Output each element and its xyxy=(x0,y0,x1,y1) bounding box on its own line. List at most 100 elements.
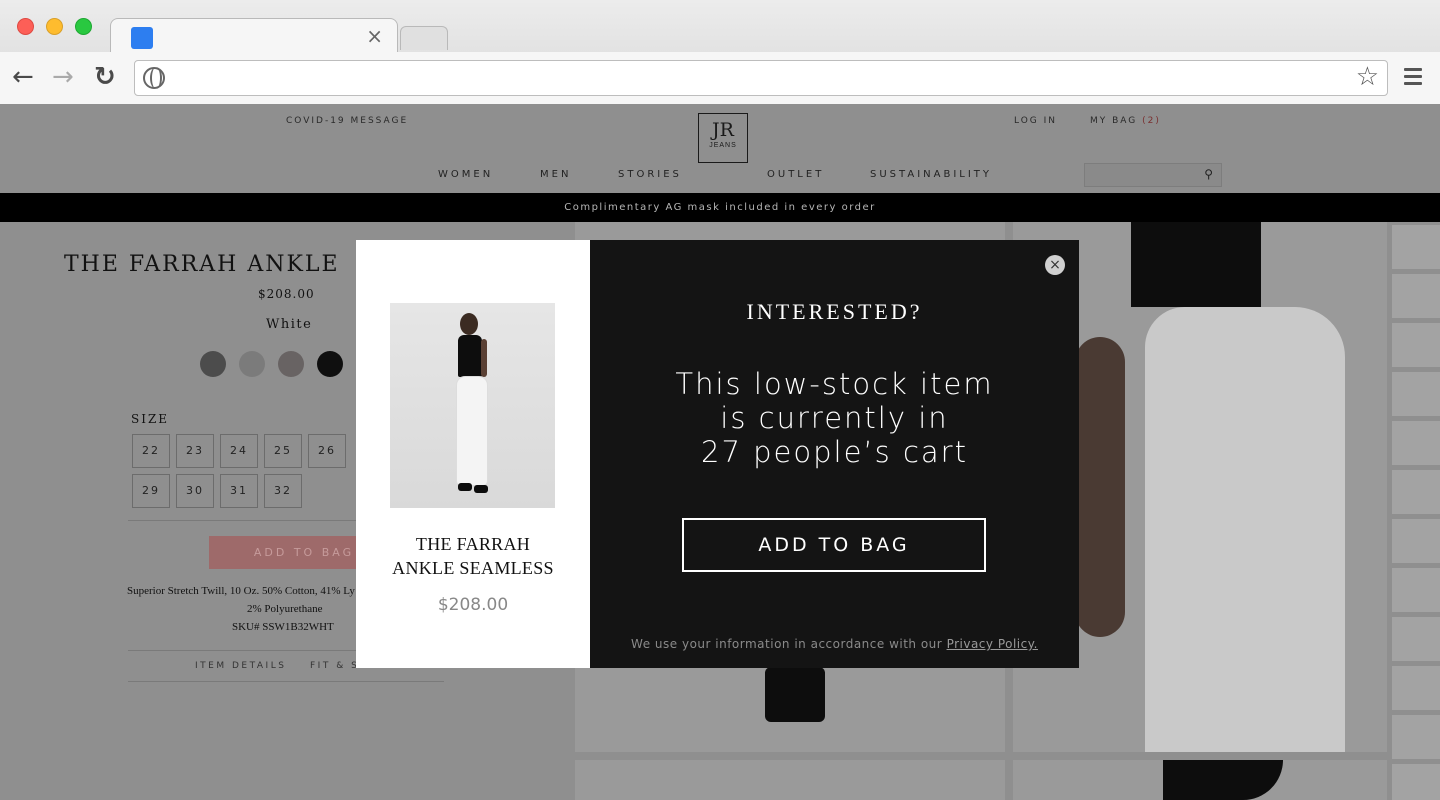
thumbnail[interactable] xyxy=(1392,715,1440,759)
product-color-name: White xyxy=(266,317,313,332)
browser-tab[interactable]: × xyxy=(110,18,398,52)
material-description: Superior Stretch Twill, 10 Oz. 50% Cotto… xyxy=(127,585,355,597)
close-icon[interactable]: × xyxy=(1045,255,1065,275)
product-image-4[interactable] xyxy=(1013,760,1387,800)
bookmark-star-icon[interactable]: ☆ xyxy=(1356,62,1379,92)
tab-close-icon[interactable]: × xyxy=(366,24,383,48)
privacy-notice: We use your information in accordance wi… xyxy=(590,637,1079,651)
message-line-3: 27 people’s cart xyxy=(701,435,968,469)
dark-shape xyxy=(1163,760,1283,800)
nav-women[interactable]: WOMEN xyxy=(438,169,493,180)
nav-stories[interactable]: STORIES xyxy=(618,169,682,180)
thumbnail[interactable] xyxy=(1392,421,1440,465)
top-shape xyxy=(458,335,482,377)
hamburger-menu-icon[interactable] xyxy=(1404,68,1422,89)
size-option[interactable]: 25 xyxy=(264,434,302,468)
globe-icon xyxy=(143,67,165,89)
product-image-3[interactable] xyxy=(575,760,1005,800)
modal-add-to-bag-button[interactable]: ADD TO BAG xyxy=(682,518,986,572)
tab-item-details[interactable]: ITEM DETAILS xyxy=(195,661,286,671)
forward-arrow-icon[interactable]: → xyxy=(52,62,74,92)
size-option[interactable]: 26 xyxy=(308,434,346,468)
size-option[interactable]: 31 xyxy=(220,474,258,508)
logo-sub-text: JEANS xyxy=(709,142,737,149)
jeans-shape xyxy=(457,377,487,485)
shoe-shape xyxy=(474,485,488,493)
thumbnail[interactable] xyxy=(1392,274,1440,318)
size-option[interactable]: 29 xyxy=(132,474,170,508)
arm-shape xyxy=(1075,337,1125,637)
size-option[interactable]: 23 xyxy=(176,434,214,468)
add-to-bag-label: ADD TO BAG xyxy=(253,546,355,559)
covid-message-link[interactable]: COVID-19 MESSAGE xyxy=(286,116,408,126)
size-option[interactable]: 32 xyxy=(264,474,302,508)
thumbnail[interactable] xyxy=(1392,323,1440,367)
arm-shape xyxy=(481,339,487,377)
product-price: $208.00 xyxy=(258,287,315,301)
shoe-shape xyxy=(458,483,472,491)
site-search-input[interactable]: ⚲ xyxy=(1084,163,1222,187)
color-swatch[interactable] xyxy=(317,351,343,377)
search-icon[interactable]: ⚲ xyxy=(1204,167,1213,181)
thumbnail[interactable] xyxy=(1392,764,1440,800)
thumbnail[interactable] xyxy=(1392,617,1440,661)
divider xyxy=(128,681,444,682)
privacy-notice-text: We use your information in accordance wi… xyxy=(631,637,943,651)
message-line-2: is currently in xyxy=(720,401,949,435)
thumbnail[interactable] xyxy=(1392,666,1440,710)
color-swatch[interactable] xyxy=(200,351,226,377)
promo-text: Complimentary AG mask included in every … xyxy=(564,202,876,213)
login-link[interactable]: LOG IN xyxy=(1014,116,1057,126)
low-stock-modal: THE FARRAH ANKLE SEAMLESS $208.00 × INTE… xyxy=(356,240,1079,668)
jeans-shape xyxy=(1145,307,1345,752)
my-bag-label: MY BAG xyxy=(1090,116,1138,126)
material-description-2: 2% Polyurethane xyxy=(247,603,323,615)
nav-outlet[interactable]: OUTLET xyxy=(767,169,824,180)
jr-jeans-logo[interactable]: JR JEANS xyxy=(698,113,748,163)
shoe-shape xyxy=(765,667,825,722)
thumbnail[interactable] xyxy=(1392,372,1440,416)
product-title: THE FARRAH ANKLE xyxy=(64,252,340,277)
reload-icon[interactable]: ↻ xyxy=(94,62,116,92)
browser-toolbar: ← → ↻ ☆ xyxy=(0,52,1440,104)
color-swatch[interactable] xyxy=(278,351,304,377)
modal-heading: INTERESTED? xyxy=(746,299,923,324)
top-shape xyxy=(1131,222,1261,307)
modal-product-image xyxy=(390,303,555,508)
address-bar[interactable]: ☆ xyxy=(134,60,1388,96)
modal-product-name-line2: ANKLE SEAMLESS xyxy=(392,558,554,578)
browser-chrome: × ← → ↻ ☆ xyxy=(0,0,1440,104)
window-close-button[interactable] xyxy=(17,18,34,35)
back-arrow-icon[interactable]: ← xyxy=(12,62,34,92)
modal-product-name: THE FARRAH ANKLE SEAMLESS xyxy=(356,532,590,580)
size-option[interactable]: 22 xyxy=(132,434,170,468)
bag-count-badge: (2) xyxy=(1142,116,1161,126)
window-minimize-button[interactable] xyxy=(46,18,63,35)
modal-product-panel: THE FARRAH ANKLE SEAMLESS $208.00 xyxy=(356,240,590,668)
nav-men[interactable]: MEN xyxy=(540,169,571,180)
head-shape xyxy=(460,313,478,335)
color-swatch[interactable] xyxy=(239,351,265,377)
privacy-policy-link[interactable]: Privacy Policy. xyxy=(947,637,1038,651)
modal-message-panel: × INTERESTED? This low-stock item is cur… xyxy=(590,240,1079,668)
nav-sustainability[interactable]: SUSTAINABILITY xyxy=(870,169,992,180)
sku-number: SKU# SSW1B32WHT xyxy=(232,621,334,633)
thumbnail[interactable] xyxy=(1392,225,1440,269)
new-tab-button[interactable] xyxy=(400,26,448,50)
modal-product-name-line1: THE FARRAH xyxy=(415,534,531,554)
my-bag-link[interactable]: MY BAG (2) xyxy=(1090,116,1161,126)
low-stock-message: This low-stock item is currently in 27 p… xyxy=(590,367,1079,469)
promo-banner: Complimentary AG mask included in every … xyxy=(0,193,1440,222)
message-line-1: This low-stock item xyxy=(675,367,994,401)
size-option[interactable]: 24 xyxy=(220,434,258,468)
size-label: SIZE xyxy=(131,412,170,426)
thumbnail[interactable] xyxy=(1392,470,1440,514)
size-option[interactable]: 30 xyxy=(176,474,214,508)
modal-product-price: $208.00 xyxy=(437,595,509,615)
add-to-bag-button[interactable]: ADD TO BAG xyxy=(209,536,359,569)
window-zoom-button[interactable] xyxy=(75,18,92,35)
favicon-icon xyxy=(131,27,153,49)
thumbnail[interactable] xyxy=(1392,519,1440,563)
thumbnail[interactable] xyxy=(1392,568,1440,612)
logo-main-text: JR xyxy=(712,119,734,141)
